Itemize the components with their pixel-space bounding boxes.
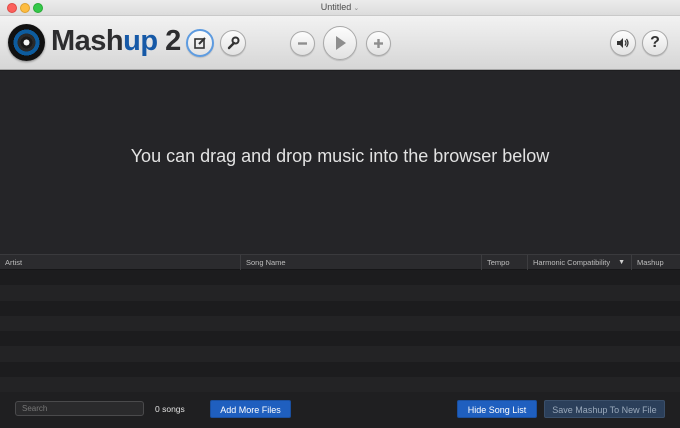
column-harmonic-label: Harmonic Compatibility bbox=[533, 258, 611, 267]
empty-row bbox=[0, 315, 680, 331]
empty-row bbox=[0, 300, 680, 316]
column-harmonic-compatibility[interactable]: Harmonic Compatibility ▼ bbox=[528, 255, 632, 270]
plus-icon bbox=[374, 39, 383, 48]
drop-instructions: You can drag and drop music into the bro… bbox=[130, 146, 550, 166]
logo-text-part1: Mash bbox=[51, 25, 124, 57]
empty-row bbox=[0, 376, 680, 392]
empty-row bbox=[0, 285, 680, 301]
song-list[interactable] bbox=[0, 270, 680, 392]
settings-button[interactable] bbox=[220, 30, 246, 56]
edit-icon bbox=[194, 37, 206, 49]
record-disc-logo bbox=[8, 24, 45, 61]
column-tempo[interactable]: Tempo bbox=[482, 255, 528, 270]
chevron-down-icon: ⌄ bbox=[353, 5, 360, 12]
add-more-files-button[interactable]: Add More Files bbox=[210, 400, 291, 418]
column-song-name[interactable]: Song Name bbox=[241, 255, 482, 270]
minus-icon bbox=[298, 42, 307, 45]
sort-descending-icon: ▼ bbox=[618, 259, 625, 266]
play-button[interactable] bbox=[323, 26, 357, 60]
column-artist[interactable]: Artist bbox=[0, 255, 241, 270]
title-bar: Untitled ⌄ bbox=[0, 0, 680, 16]
play-icon bbox=[336, 36, 346, 50]
edit-button[interactable] bbox=[186, 29, 214, 57]
empty-row bbox=[0, 331, 680, 347]
window-title[interactable]: Untitled ⌄ bbox=[0, 2, 680, 12]
logo-text-accent: up bbox=[123, 25, 158, 57]
empty-row bbox=[0, 346, 680, 362]
wrench-icon bbox=[227, 36, 240, 50]
app-logo-text: Mashup 2 bbox=[51, 25, 181, 57]
logo-text-version: 2 bbox=[157, 25, 181, 57]
song-table-header: Artist Song Name Tempo Harmonic Compatib… bbox=[0, 254, 680, 270]
footer-bar: 0 songs Add More Files Hide Song List Sa… bbox=[0, 392, 680, 428]
song-count: 0 songs bbox=[155, 404, 185, 414]
save-mashup-button[interactable]: Save Mashup To New File bbox=[544, 400, 665, 418]
help-icon: ? bbox=[650, 34, 660, 51]
decrease-button[interactable] bbox=[290, 31, 315, 56]
drop-zone[interactable]: You can drag and drop music into the bro… bbox=[0, 71, 680, 255]
window-title-text: Untitled bbox=[320, 2, 352, 12]
toolbar: Mashup 2 ? bbox=[0, 16, 680, 70]
help-button[interactable]: ? bbox=[642, 30, 668, 56]
hide-song-list-button[interactable]: Hide Song List bbox=[457, 400, 537, 418]
column-mashup[interactable]: Mashup bbox=[632, 255, 680, 270]
empty-row bbox=[0, 361, 680, 377]
empty-row bbox=[0, 270, 680, 286]
search-input[interactable] bbox=[15, 401, 144, 416]
speaker-icon bbox=[617, 38, 629, 48]
increase-button[interactable] bbox=[366, 31, 391, 56]
volume-button[interactable] bbox=[610, 30, 636, 56]
